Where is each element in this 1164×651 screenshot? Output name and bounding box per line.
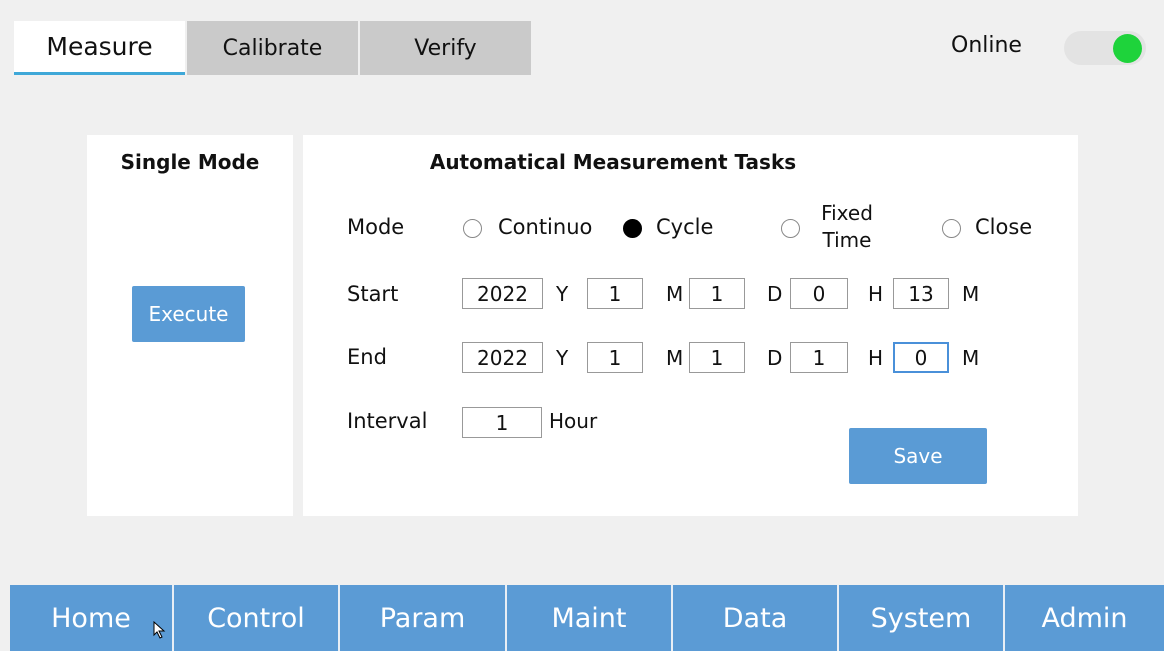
end-year-unit: Y (556, 346, 569, 370)
end-month-input[interactable]: 1 (587, 342, 643, 373)
execute-button[interactable]: Execute (132, 286, 245, 342)
radio-cycle-label: Cycle (656, 215, 714, 239)
mouse-cursor-icon (153, 621, 166, 639)
save-button[interactable]: Save (849, 428, 987, 484)
tab-measure[interactable]: Measure (14, 21, 185, 75)
nav-param[interactable]: Param (340, 585, 507, 651)
start-day-input[interactable]: 1 (689, 278, 745, 309)
start-label: Start (347, 282, 399, 306)
auto-tasks-title: Automatical Measurement Tasks (429, 150, 797, 174)
radio-continuo[interactable] (463, 219, 482, 238)
nav-data[interactable]: Data (673, 585, 839, 651)
radio-fixed-time[interactable] (781, 219, 800, 238)
radio-continuo-label: Continuo (498, 215, 593, 239)
tab-verify[interactable]: Verify (360, 21, 531, 75)
end-label: End (347, 345, 387, 369)
start-month-unit: M (666, 282, 684, 306)
radio-cycle[interactable] (623, 219, 642, 238)
start-month-input[interactable]: 1 (587, 278, 643, 309)
radio-close-label: Close (975, 215, 1033, 239)
start-day-unit: D (767, 282, 783, 306)
nav-maint[interactable]: Maint (507, 585, 673, 651)
end-minute-input[interactable]: 0 (893, 342, 949, 373)
fixed-label-line2: Time (822, 228, 872, 252)
single-mode-panel: Single Mode Execute (87, 135, 293, 516)
interval-unit: Hour (549, 409, 598, 433)
start-year-unit: Y (556, 282, 569, 306)
end-month-unit: M (666, 346, 684, 370)
end-year-input[interactable]: 2022 (462, 342, 543, 373)
start-minute-input[interactable]: 13 (893, 278, 949, 309)
start-hour-input[interactable]: 0 (790, 278, 848, 309)
end-day-input[interactable]: 1 (689, 342, 745, 373)
nav-control[interactable]: Control (174, 585, 340, 651)
start-hour-unit: H (868, 282, 884, 306)
nav-admin[interactable]: Admin (1005, 585, 1164, 651)
start-minute-unit: M (962, 282, 980, 306)
bottom-nav: Home Control Param Maint Data System Adm… (0, 585, 1164, 651)
interval-input[interactable]: 1 (462, 407, 542, 438)
end-minute-unit: M (962, 346, 980, 370)
end-day-unit: D (767, 346, 783, 370)
toggle-knob (1113, 34, 1142, 63)
interval-label: Interval (347, 409, 428, 433)
end-hour-unit: H (868, 346, 884, 370)
online-toggle[interactable] (1064, 31, 1146, 65)
radio-fixed-time-label: Fixed Time (813, 200, 881, 254)
nav-system[interactable]: System (839, 585, 1005, 651)
fixed-label-line1: Fixed (821, 201, 873, 225)
online-label: Online (951, 33, 1022, 58)
single-mode-title: Single Mode (120, 150, 260, 174)
top-tab-bar: Measure Calibrate Verify Online (0, 0, 1164, 80)
end-hour-input[interactable]: 1 (790, 342, 848, 373)
tab-calibrate[interactable]: Calibrate (187, 21, 358, 75)
nav-home[interactable]: Home (10, 585, 174, 651)
start-year-input[interactable]: 2022 (462, 278, 543, 309)
auto-tasks-panel: Automatical Measurement Tasks Mode Conti… (303, 135, 1078, 516)
mode-label: Mode (347, 215, 405, 239)
radio-close[interactable] (942, 219, 961, 238)
